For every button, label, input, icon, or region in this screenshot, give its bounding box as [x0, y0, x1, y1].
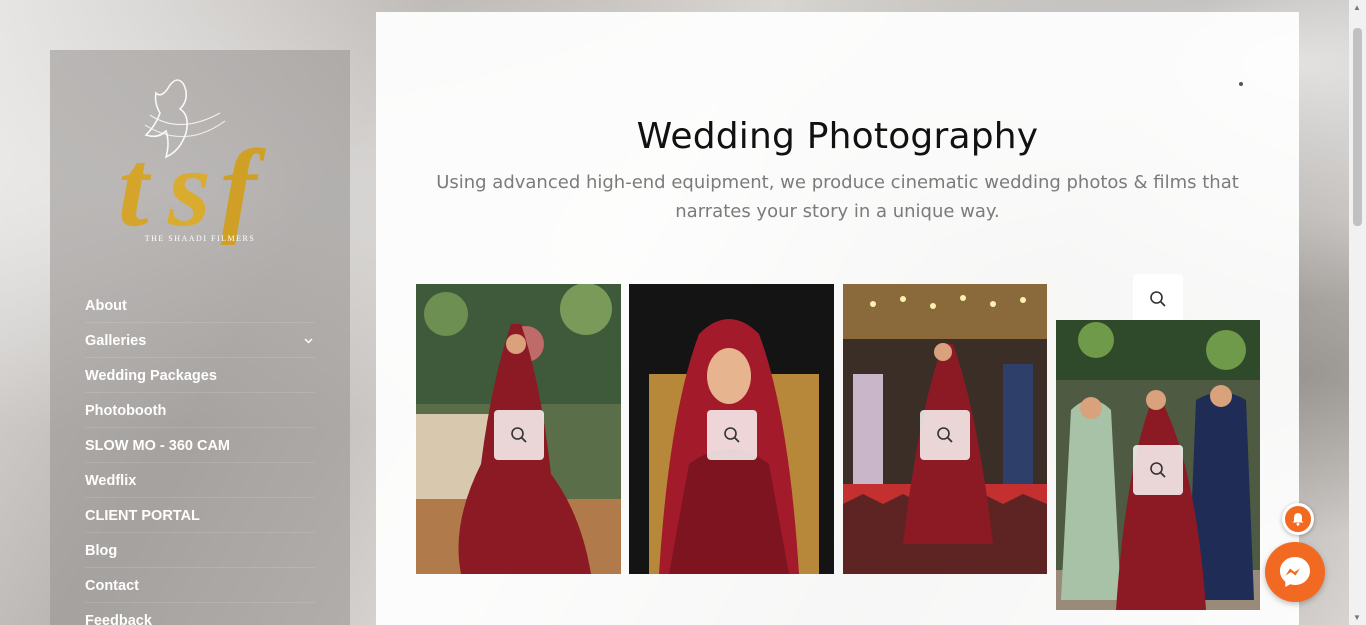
nav-item-label: Galleries	[85, 332, 147, 349]
magnifier-icon	[724, 427, 740, 443]
nav-item-wedding-packages[interactable]: Wedding Packages	[85, 358, 315, 393]
scroll-down-arrow-icon[interactable]: ▼	[1353, 613, 1361, 622]
scrollbar-thumb[interactable]	[1353, 28, 1362, 226]
nav-item-slow-mo-360-cam[interactable]: SLOW MO - 360 CAM	[85, 428, 315, 463]
site-logo[interactable]: t s f THE SHAADI FILMERS	[110, 65, 290, 249]
logo-tagline: THE SHAADI FILMERS	[144, 234, 256, 243]
nav-item-label: Photobooth	[85, 402, 167, 419]
magnifier-icon	[511, 427, 527, 443]
nav-item-galleries[interactable]: Galleries	[85, 323, 315, 358]
gallery-item[interactable]	[843, 284, 1047, 574]
zoom-button[interactable]	[920, 410, 970, 460]
magnifier-icon	[1150, 462, 1166, 478]
nav-item-client-portal[interactable]: CLIENT PORTAL	[85, 498, 315, 533]
magnifier-icon	[937, 427, 953, 443]
nav-item-label: CLIENT PORTAL	[85, 507, 200, 524]
nav-item-label: Wedding Packages	[85, 367, 217, 384]
page-subtitle: Using advanced high-end equipment, we pr…	[436, 172, 1239, 222]
page-title: Wedding Photography	[636, 116, 1039, 157]
nav-item-label: About	[85, 297, 127, 314]
nav-item-label: SLOW MO - 360 CAM	[85, 437, 231, 454]
messenger-chat-button[interactable]	[1265, 542, 1325, 602]
bell-icon	[1292, 513, 1304, 526]
nav-item-about[interactable]: About	[85, 288, 315, 323]
nav-item-feedback[interactable]: Feedback	[85, 603, 315, 625]
nav-item-label: Wedflix	[85, 472, 137, 489]
zoom-button[interactable]	[707, 410, 757, 460]
gallery-item[interactable]	[416, 284, 621, 574]
nav-item-blog[interactable]: Blog	[85, 533, 315, 568]
zoom-button[interactable]	[494, 410, 544, 460]
page-scrollbar[interactable]: ▲ ▼	[1349, 0, 1366, 625]
magnifier-icon	[1150, 291, 1166, 307]
nav-item-photobooth[interactable]: Photobooth	[85, 393, 315, 428]
svg-text:s: s	[167, 127, 211, 245]
messenger-icon	[1280, 557, 1310, 587]
nav-item-wedflix[interactable]: Wedflix	[85, 463, 315, 498]
svg-text:f: f	[220, 127, 266, 245]
main-navigation: About Galleries Wedding Packages Photobo…	[85, 288, 315, 625]
zoom-button[interactable]	[1133, 445, 1183, 495]
svg-text:t: t	[118, 127, 152, 245]
nav-item-contact[interactable]: Contact	[85, 568, 315, 603]
tsf-logo-icon: t s f	[118, 79, 266, 249]
gallery-item[interactable]	[629, 284, 834, 574]
nav-item-label: Contact	[85, 577, 139, 594]
notification-bell-button[interactable]	[1282, 503, 1314, 535]
chevron-down-icon[interactable]	[304, 335, 313, 347]
gallery-item[interactable]	[1056, 320, 1260, 610]
nav-item-label: Feedback	[85, 612, 152, 625]
zoom-button[interactable]	[1133, 274, 1183, 324]
scroll-up-arrow-icon[interactable]: ▲	[1353, 3, 1361, 12]
decorative-dot	[1239, 82, 1243, 86]
nav-item-label: Blog	[85, 542, 118, 559]
